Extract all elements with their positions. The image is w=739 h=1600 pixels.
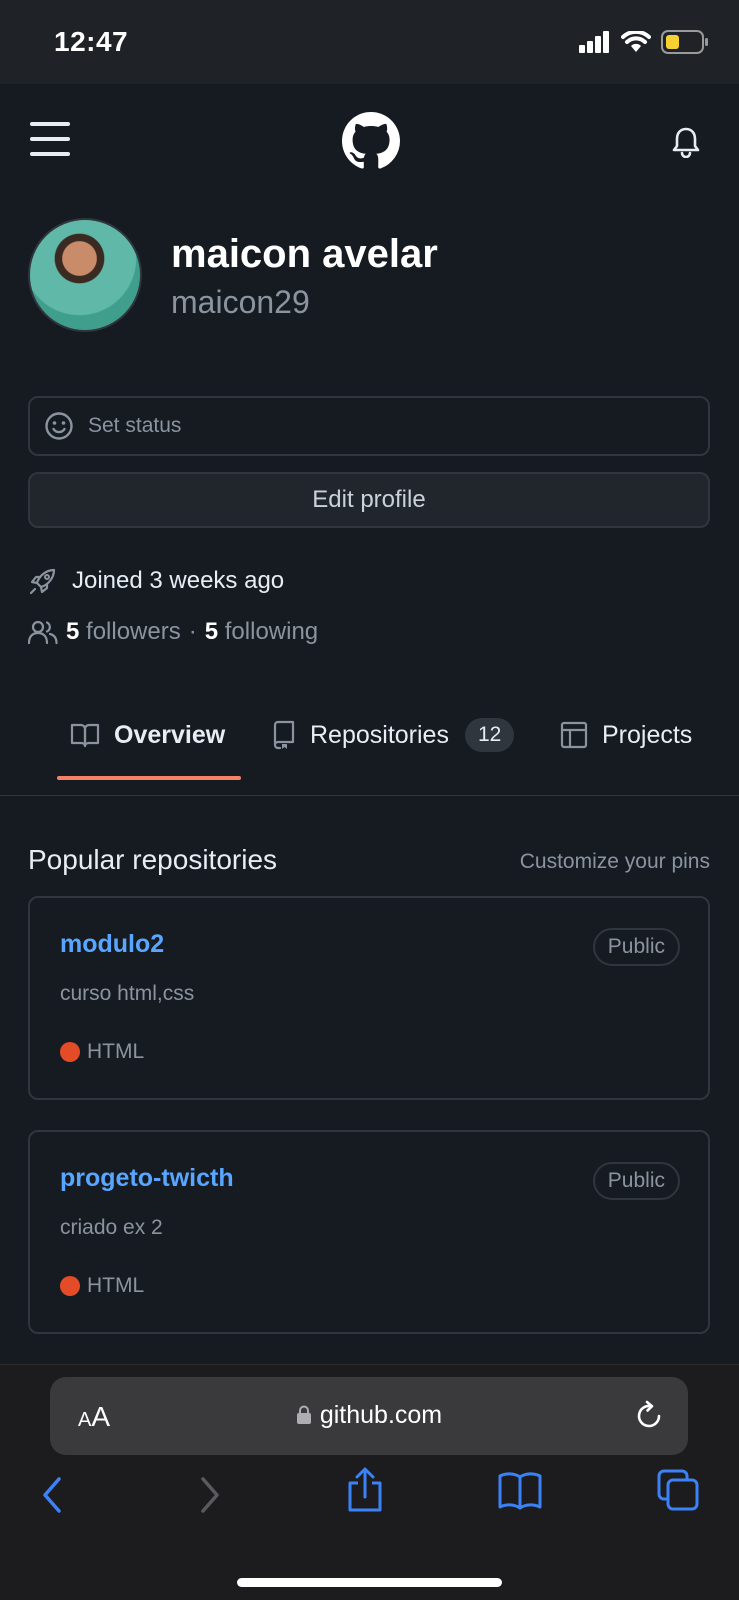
repo-language: HTML xyxy=(60,1040,144,1064)
customize-pins-link[interactable]: Customize your pins xyxy=(520,850,710,874)
visibility-badge: Public xyxy=(592,1162,680,1200)
url-display[interactable]: github.com xyxy=(50,1401,688,1430)
repo-name-link[interactable]: modulo2 xyxy=(60,930,164,959)
back-icon[interactable] xyxy=(40,1475,64,1520)
profile-tabs: Overview Repositories 12 Projects xyxy=(0,690,739,796)
edit-profile-button[interactable]: Edit profile xyxy=(28,472,710,528)
popular-repositories-heading: Popular repositories xyxy=(28,844,278,875)
avatar[interactable] xyxy=(28,218,142,332)
repo-description: criado ex 2 xyxy=(60,1216,163,1239)
tabs-icon[interactable] xyxy=(657,1469,699,1516)
repo-card: progeto-twicth Public criado ex 2 HTML xyxy=(28,1130,710,1334)
language-label: HTML xyxy=(87,1274,145,1297)
tab-repositories[interactable]: Repositories 12 xyxy=(272,690,515,780)
language-color-dot xyxy=(60,1042,80,1062)
repo-name-link[interactable]: progeto-twicth xyxy=(60,1164,234,1193)
set-status-label: Set status xyxy=(88,414,182,437)
cellular-signal-icon xyxy=(579,31,609,53)
followers-link[interactable]: 5 followers xyxy=(66,618,181,646)
smiley-icon xyxy=(45,412,73,440)
status-icons xyxy=(579,30,709,54)
active-tab-underline xyxy=(57,776,241,780)
language-color-dot xyxy=(60,1276,80,1296)
profile-name: maicon avelar xyxy=(171,232,438,276)
tab-overview-label: Overview xyxy=(114,720,226,749)
url-text: github.com xyxy=(319,1401,443,1429)
home-indicator xyxy=(237,1578,502,1587)
notifications-bell-icon[interactable] xyxy=(672,126,700,163)
follow-separator: · xyxy=(188,618,197,645)
lock-icon xyxy=(296,1405,311,1424)
joined-info: Joined 3 weeks ago xyxy=(28,566,284,596)
safari-nav-row xyxy=(0,1465,739,1535)
followers-count: 5 xyxy=(66,618,80,645)
profile-login: maicon29 xyxy=(171,284,310,320)
following-count: 5 xyxy=(204,618,219,645)
tab-projects-label: Projects xyxy=(602,720,693,749)
following-label: following xyxy=(224,618,319,645)
table-icon xyxy=(560,721,588,749)
menu-icon[interactable] xyxy=(30,122,70,156)
people-icon xyxy=(28,620,58,645)
repo-icon xyxy=(273,720,295,750)
follow-stats: 5 followers · 5 following xyxy=(28,618,318,646)
reload-icon[interactable] xyxy=(634,1399,664,1436)
address-bar[interactable]: AA github.com xyxy=(50,1377,688,1455)
following-link[interactable]: 5 following xyxy=(205,618,318,646)
rocket-icon xyxy=(29,568,56,595)
status-time: 12:47 xyxy=(54,26,129,57)
visibility-badge: Public xyxy=(592,928,680,966)
share-icon[interactable] xyxy=(346,1467,384,1518)
tab-projects[interactable]: Projects xyxy=(560,690,692,780)
repo-language: HTML xyxy=(60,1274,144,1298)
repositories-count-badge: 12 xyxy=(464,718,515,752)
github-header xyxy=(0,84,739,204)
set-status-button[interactable]: Set status xyxy=(28,396,710,456)
tab-repositories-label: Repositories xyxy=(310,720,449,749)
joined-text: Joined 3 weeks ago xyxy=(72,567,285,594)
battery-icon xyxy=(661,30,708,54)
book-icon xyxy=(70,723,100,748)
bookmarks-icon[interactable] xyxy=(497,1471,543,1516)
github-logo-icon[interactable] xyxy=(342,112,400,175)
wifi-icon xyxy=(621,31,651,52)
followers-label: followers xyxy=(86,618,181,645)
safari-toolbar: AA github.com xyxy=(0,1364,739,1600)
repo-description: curso html,css xyxy=(60,982,195,1005)
tab-overview[interactable]: Overview xyxy=(70,690,225,780)
forward-icon[interactable] xyxy=(198,1475,222,1520)
repo-card: modulo2 Public curso html,css HTML xyxy=(28,896,710,1100)
ios-status-bar: 12:47 xyxy=(0,0,739,84)
language-label: HTML xyxy=(87,1040,145,1063)
